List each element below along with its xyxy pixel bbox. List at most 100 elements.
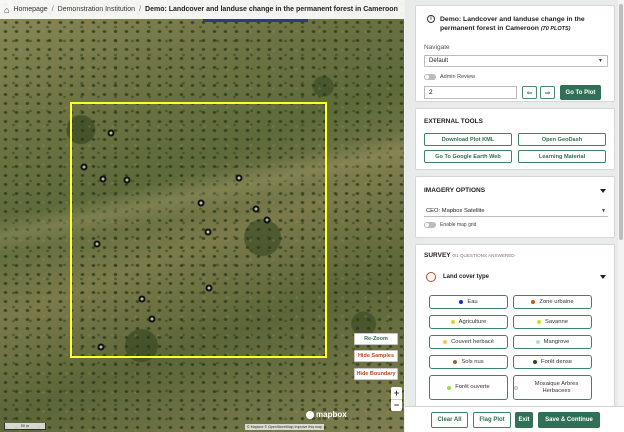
map-grid-row: Enable map grid xyxy=(424,222,476,228)
sample-point[interactable] xyxy=(235,174,243,182)
sample-point[interactable] xyxy=(252,205,260,213)
answer-label: Mosaique Arbres Herbacees xyxy=(534,380,579,394)
answer-label: Sols nus xyxy=(461,358,484,365)
mapbox-logo: mapbox xyxy=(306,410,347,419)
answer-label: Agriculture xyxy=(458,318,487,325)
breadcrumb-institution[interactable]: Demonstration Institution xyxy=(58,6,135,13)
sample-point[interactable] xyxy=(138,295,146,303)
breadcrumb: ⌂ Homepage / Demonstration Institution /… xyxy=(0,0,404,19)
answer-option[interactable]: Forêt ouverte xyxy=(429,375,508,400)
answer-option[interactable]: Couvert herbacé xyxy=(429,335,508,349)
chevron-down-icon: ▼ xyxy=(601,207,606,214)
sample-point[interactable] xyxy=(97,343,105,351)
color-dot-icon xyxy=(453,360,458,364)
imagery-options-card: IMAGERY OPTIONS CEO: Mapbox Satellite ▼ … xyxy=(415,176,615,238)
color-dot-icon xyxy=(531,300,536,304)
header-accent-strip xyxy=(203,19,308,22)
color-dot-icon xyxy=(443,340,448,344)
exit-button[interactable]: Exit xyxy=(515,412,533,428)
navigate-select[interactable]: Default ▼ xyxy=(424,55,608,67)
zoom-out-button[interactable]: − xyxy=(391,400,402,412)
admin-review-toggle[interactable] xyxy=(424,74,436,80)
answer-option[interactable]: Savanne xyxy=(513,315,592,329)
sample-point[interactable] xyxy=(80,163,88,171)
zoom-control: + − xyxy=(391,387,402,411)
color-dot-icon xyxy=(450,320,455,324)
next-plot-button[interactable]: ⇒ xyxy=(540,86,555,99)
answer-option[interactable]: Mosaique Arbres Herbacees xyxy=(513,375,592,400)
flag-plot-button[interactable]: Flag Plot xyxy=(473,412,511,428)
breadcrumb-separator: / xyxy=(51,6,54,13)
google-earth-button[interactable]: Go To Google Earth Web xyxy=(424,150,512,163)
save-continue-button[interactable]: Save & Continue xyxy=(538,412,600,428)
project-card: i Demo: Landcover and landuse change in … xyxy=(415,5,615,102)
clear-all-button[interactable]: Clear All xyxy=(431,412,468,428)
answer-label: Eau xyxy=(467,298,478,305)
breadcrumb-current: Demo: Landcover and landuse change in th… xyxy=(145,6,398,13)
survey-header: SURVEY 0/1 QUESTIONS ANSWERED xyxy=(424,252,515,259)
answer-label: Couvert herbacé xyxy=(451,338,494,345)
color-dot-icon xyxy=(537,320,542,324)
go-to-plot-button[interactable]: Go To Plot xyxy=(560,85,601,100)
admin-review-label: Admin Review xyxy=(440,74,476,80)
open-geodash-button[interactable]: Open GeoDash xyxy=(518,133,606,146)
plot-count: (70 PLOTS) xyxy=(540,26,571,32)
breadcrumb-home[interactable]: Homepage xyxy=(13,6,47,13)
answer-label: Forêt dense xyxy=(541,358,572,365)
download-kml-button[interactable]: Download Plot KML xyxy=(424,133,512,146)
color-dot-icon xyxy=(459,300,464,304)
hide-boundary-button[interactable]: Hide Boundary xyxy=(354,368,398,380)
map-view[interactable]: ⌂ Homepage / Demonstration Institution /… xyxy=(0,0,404,432)
color-dot-icon xyxy=(514,385,518,390)
color-dot-icon xyxy=(535,340,540,344)
color-dot-icon xyxy=(533,360,538,364)
question-status-icon xyxy=(426,272,436,282)
survey-card: SURVEY 0/1 QUESTIONS ANSWERED Land cover… xyxy=(415,244,615,432)
answer-option[interactable]: Mangrove xyxy=(513,335,592,349)
learning-material-button[interactable]: Learning Material xyxy=(518,150,606,163)
plot-boundary xyxy=(70,102,327,358)
answer-option[interactable]: Sols nus xyxy=(429,355,508,369)
answer-option[interactable]: Forêt dense xyxy=(513,355,592,369)
sample-point[interactable] xyxy=(263,216,271,224)
sample-point[interactable] xyxy=(93,240,101,248)
hide-samples-button[interactable]: Hide Samples xyxy=(354,350,398,362)
imagery-source-value: CEO: Mapbox Satellite xyxy=(426,207,485,214)
answer-label: Zone urbaine xyxy=(539,298,574,305)
imagery-options-title: IMAGERY OPTIONS xyxy=(424,187,486,194)
info-icon[interactable]: i xyxy=(427,15,435,23)
sidebar: i Demo: Landcover and landuse change in … xyxy=(405,0,624,432)
imagery-source-select[interactable]: CEO: Mapbox Satellite ▼ xyxy=(424,205,608,217)
survey-footer: Clear All Flag Plot Exit Save & Continue xyxy=(405,406,624,432)
sample-point[interactable] xyxy=(205,284,213,292)
previous-plot-button[interactable]: ⇐ xyxy=(522,86,537,99)
map-grid-toggle[interactable] xyxy=(424,222,436,228)
arrow-right-icon: ⇒ xyxy=(544,89,551,97)
arrow-left-icon: ⇐ xyxy=(526,89,533,97)
sample-point[interactable] xyxy=(197,199,205,207)
answer-option[interactable]: Zone urbaine xyxy=(513,295,592,309)
sample-point[interactable] xyxy=(148,315,156,323)
home-icon[interactable]: ⌂ xyxy=(4,5,9,15)
mapbox-logo-text: mapbox xyxy=(316,410,347,419)
question-text: Land cover type xyxy=(443,274,490,280)
rezoom-button[interactable]: Re-Zoom xyxy=(354,333,398,345)
external-tools-card: EXTERNAL TOOLS Download Plot KML Open Ge… xyxy=(415,108,615,170)
map-grid-label: Enable map grid xyxy=(440,222,477,228)
answer-option[interactable]: Eau xyxy=(429,295,508,309)
chevron-down-icon: ▼ xyxy=(598,58,603,64)
collapse-arrow-icon[interactable] xyxy=(600,275,606,279)
map-scale-bar: 50 m xyxy=(4,423,46,430)
plot-number-input[interactable]: 2 xyxy=(424,86,517,99)
project-title-block: i Demo: Landcover and landuse change in … xyxy=(427,15,609,34)
sidebar-scrollbar[interactable] xyxy=(618,0,624,432)
answer-option[interactable]: Agriculture xyxy=(429,315,508,329)
zoom-in-button[interactable]: + xyxy=(391,387,402,400)
sample-point[interactable] xyxy=(204,228,212,236)
scrollbar-thumb[interactable] xyxy=(619,4,623,240)
sample-point[interactable] xyxy=(123,176,131,184)
sample-point[interactable] xyxy=(107,129,115,137)
map-attribution[interactable]: © Mapbox © OpenStreetMap Improve this ma… xyxy=(245,424,325,430)
sample-point[interactable] xyxy=(99,175,107,183)
collapse-arrow-icon[interactable] xyxy=(600,189,606,193)
